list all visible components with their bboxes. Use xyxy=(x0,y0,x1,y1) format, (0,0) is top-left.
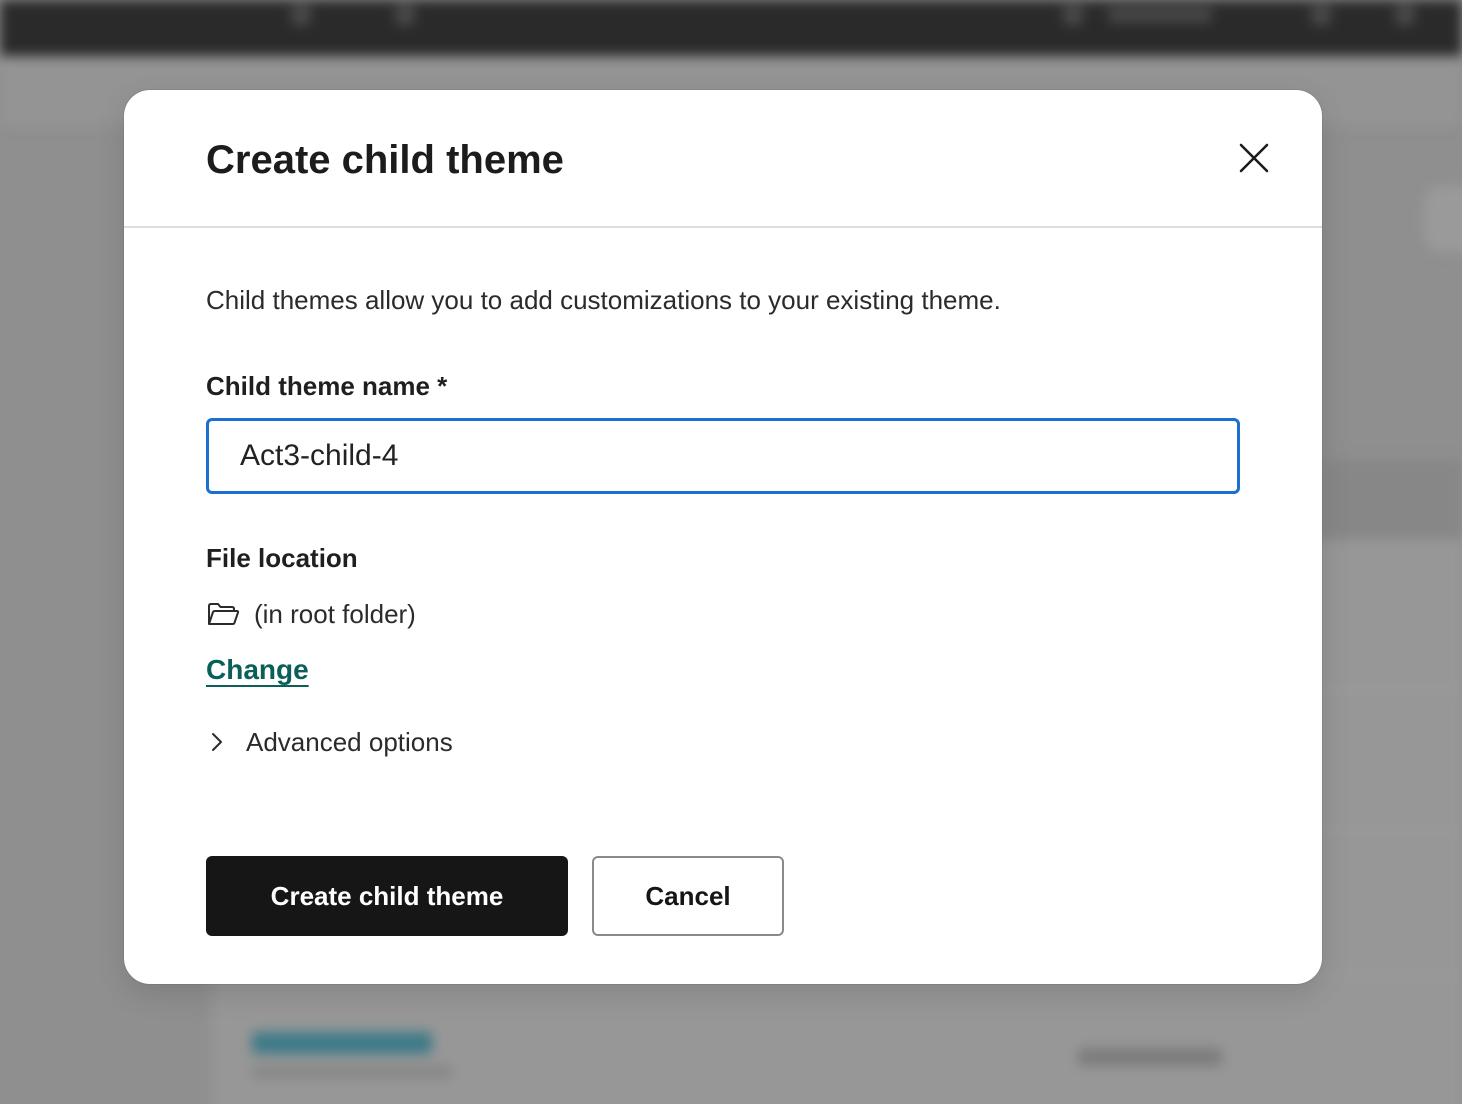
background-search-icon xyxy=(290,4,312,26)
background-avatar-icon xyxy=(1062,4,1084,26)
dialog-title: Create child theme xyxy=(206,138,564,182)
background-theme-subtext xyxy=(252,1066,452,1078)
background-icon xyxy=(394,4,416,26)
background-menu-icon xyxy=(1394,4,1416,26)
close-icon xyxy=(1239,143,1269,173)
folder-open-icon xyxy=(208,603,240,625)
chevron-right-icon xyxy=(212,733,222,751)
child-theme-name-label: Child theme name * xyxy=(206,371,448,401)
cancel-button[interactable]: Cancel xyxy=(592,856,784,936)
child-theme-name-input[interactable] xyxy=(206,418,1240,494)
background-topbar xyxy=(0,0,1462,56)
file-location-row: (in root folder) xyxy=(206,594,416,634)
advanced-options-toggle[interactable]: Advanced options xyxy=(206,722,453,762)
change-location-link[interactable]: Change xyxy=(206,652,309,688)
background-panel xyxy=(1322,460,1462,550)
close-button[interactable] xyxy=(1234,138,1274,178)
advanced-options-label: Advanced options xyxy=(246,727,453,757)
file-location-value: (in root folder) xyxy=(254,599,416,629)
background-user-name xyxy=(1108,8,1212,22)
background-theme-link xyxy=(252,1032,432,1054)
create-child-theme-button[interactable]: Create child theme xyxy=(206,856,568,936)
background-help-icon xyxy=(1310,4,1332,26)
dialog-header: Create child theme xyxy=(124,90,1322,228)
dialog-description: Child themes allow you to add customizat… xyxy=(206,285,1001,315)
background-button xyxy=(1424,186,1462,252)
file-location-label: File location xyxy=(206,543,358,573)
background-date xyxy=(1078,1048,1222,1066)
create-child-theme-dialog: Create child theme Child themes allow yo… xyxy=(124,90,1322,984)
